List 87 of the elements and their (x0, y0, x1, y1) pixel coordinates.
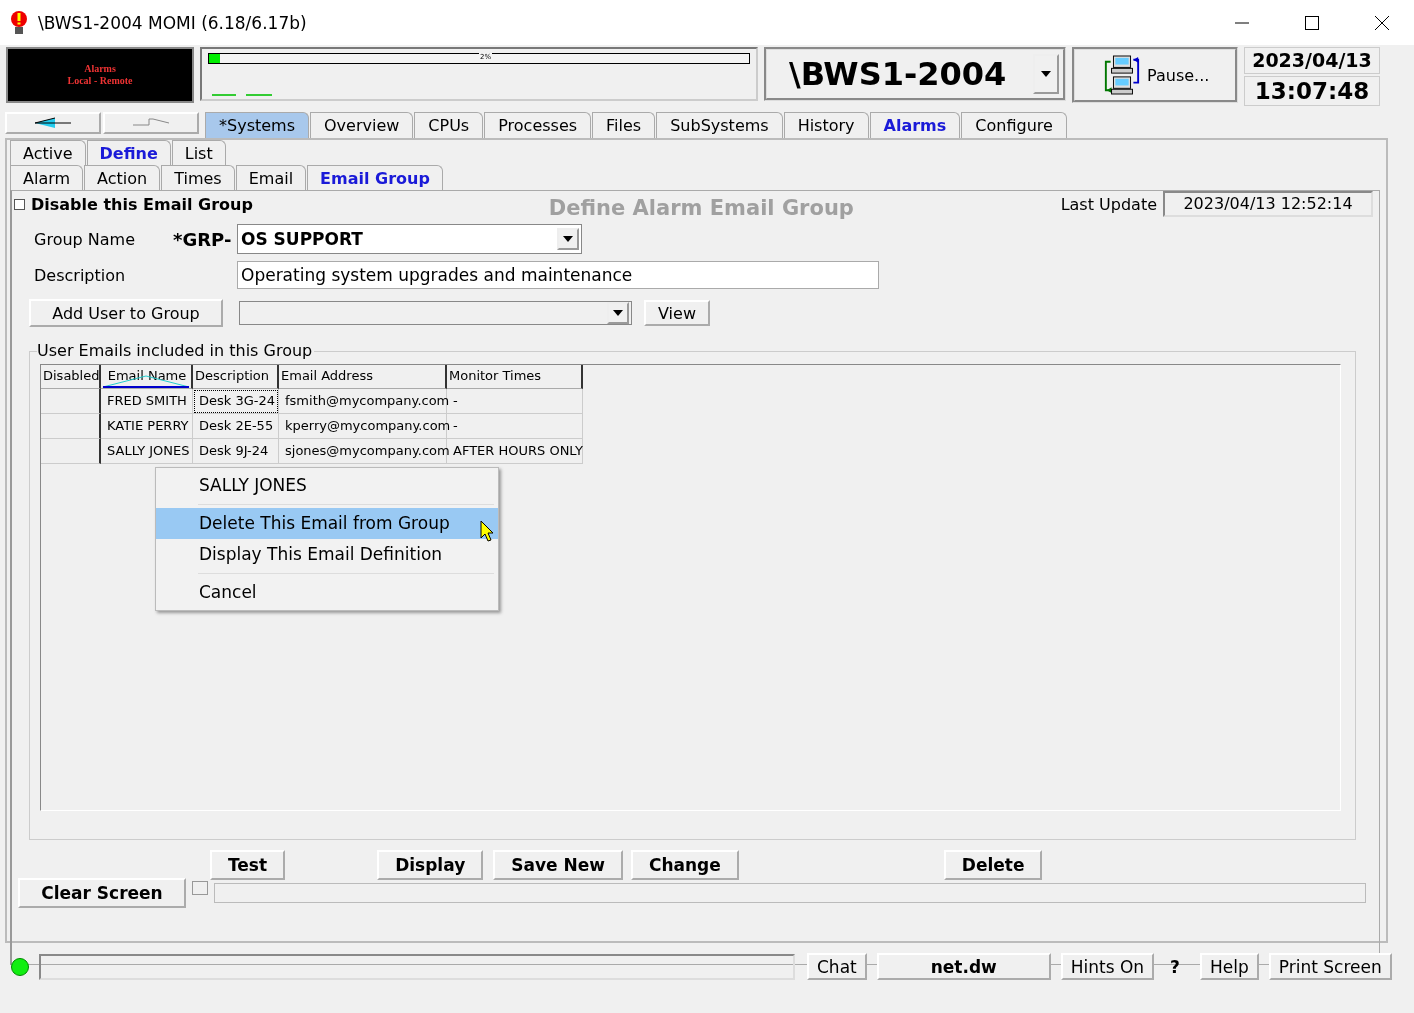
table-cell: - (447, 389, 583, 414)
caret-icon (613, 310, 623, 316)
caret-icon (563, 236, 573, 242)
field-label: Group Name (34, 229, 136, 249)
table-cell: Desk 3G-24 (193, 389, 279, 414)
tab[interactable]: Alarm (10, 165, 84, 190)
activity-dashes-icon (212, 93, 274, 97)
tab[interactable]: Processes (484, 112, 592, 138)
back-button[interactable] (5, 112, 101, 134)
tab[interactable]: Configure (961, 112, 1067, 138)
column-header[interactable]: Monitor Times (447, 365, 583, 389)
table-cell: FRED SMITH (101, 389, 193, 414)
description-field[interactable]: Operating system upgrades and maintenance (237, 261, 879, 289)
step-line-icon (131, 117, 171, 129)
alarm-light-icon (9, 9, 29, 36)
system-selector[interactable]: \BWS1-2004 (764, 47, 1066, 101)
table-cell: Desk 9J-24 (193, 439, 279, 464)
column-header[interactable]: Description (193, 365, 279, 389)
tab[interactable]: History (783, 112, 869, 138)
table-cell: fsmith@mycompany.com (279, 389, 447, 414)
checkbox[interactable] (14, 198, 25, 210)
frame-title: User Emails included in this Group (37, 341, 315, 360)
add-user-button[interactable]: Add User to Group (29, 299, 223, 327)
action-button[interactable]: Display (377, 850, 484, 880)
tab[interactable]: Define (86, 140, 171, 165)
computers-icon (1103, 53, 1141, 97)
tab[interactable]: Active (10, 140, 86, 165)
action-button[interactable]: Change (630, 850, 739, 880)
last-update-field: 2023/04/13 12:52:14 (1163, 191, 1373, 217)
column-header[interactable]: Email Address (279, 365, 447, 389)
tab[interactable]: Email Group (307, 165, 443, 190)
window-title: \BWS1-2004 MOMI (6.18/6.17b) (38, 12, 307, 33)
alarm-panel[interactable]: Alarms Local - Remote (6, 47, 194, 103)
clear-screen-button[interactable]: Clear Screen (18, 878, 186, 908)
status-button[interactable]: Print Screen (1268, 953, 1392, 980)
message-field[interactable] (214, 883, 1366, 903)
checkbox-label: Disable this Email Group (31, 194, 253, 214)
tab[interactable]: CPUs (414, 112, 484, 138)
tab[interactable]: Overview (310, 112, 414, 138)
tab[interactable]: Alarms (869, 112, 961, 138)
status-button[interactable]: Help (1200, 953, 1259, 980)
menu-header: SALLY JONES (198, 474, 308, 497)
status-button[interactable]: net.dw (876, 953, 1051, 980)
pause-button[interactable]: Pause... (1072, 47, 1238, 103)
tab[interactable]: Email (235, 165, 307, 190)
group-prefix: *GRP- (173, 228, 233, 250)
tab[interactable]: Action (84, 165, 161, 190)
alarm-text: Local - Remote (67, 75, 133, 87)
tab[interactable]: Times (161, 165, 235, 190)
table-cell: KATIE PERRY (101, 414, 193, 439)
mouse-pointer-icon (480, 520, 494, 542)
table-cell: Desk 2E-55 (193, 414, 279, 439)
page-heading: Define Alarm Email Group (548, 196, 854, 220)
status-button[interactable]: Chat (807, 953, 867, 980)
group-name-field[interactable]: OS SUPPORT (237, 224, 582, 254)
table-cell: kperry@mycompany.com (279, 414, 447, 439)
status-button[interactable]: Hints On (1060, 953, 1155, 980)
close-icon[interactable] (1374, 14, 1390, 31)
action-button[interactable]: Save New (493, 850, 623, 880)
date-display: 2023/04/13 (1244, 47, 1380, 74)
tab[interactable]: List (171, 140, 226, 165)
maximize-icon[interactable] (1304, 14, 1320, 31)
column-header[interactable]: Disabled (41, 365, 101, 389)
help-mark-button[interactable]: ? (1164, 955, 1186, 978)
table-cell (41, 439, 101, 464)
menu-item[interactable]: Delete This Email from Group (156, 508, 498, 539)
field-label: Description (34, 265, 127, 285)
checkbox[interactable] (192, 881, 208, 895)
menu-item[interactable]: Display This Email Definition (158, 539, 496, 570)
table-cell (41, 414, 101, 439)
arrow-icon (33, 117, 73, 129)
table-cell: SALLY JONES (101, 439, 193, 464)
field-label: Last Update (1060, 194, 1157, 214)
system-name: \BWS1-2004 (789, 55, 1008, 93)
alarm-text: Alarms (84, 63, 116, 75)
table-cell (41, 389, 101, 414)
view-button[interactable]: View (644, 300, 710, 326)
action-button[interactable]: Test (210, 850, 286, 880)
tab[interactable]: Files (592, 112, 656, 138)
tab[interactable]: *Systems (205, 112, 309, 138)
user-dropdown[interactable] (239, 301, 632, 325)
table-cell: sjones@mycompany.com (279, 439, 447, 464)
caret-icon (1041, 71, 1051, 77)
menu-item[interactable]: Cancel (158, 577, 496, 608)
time-display: 13:07:48 (1244, 76, 1380, 106)
tab[interactable]: SubSystems (656, 112, 783, 138)
action-button[interactable]: Delete (943, 850, 1043, 880)
